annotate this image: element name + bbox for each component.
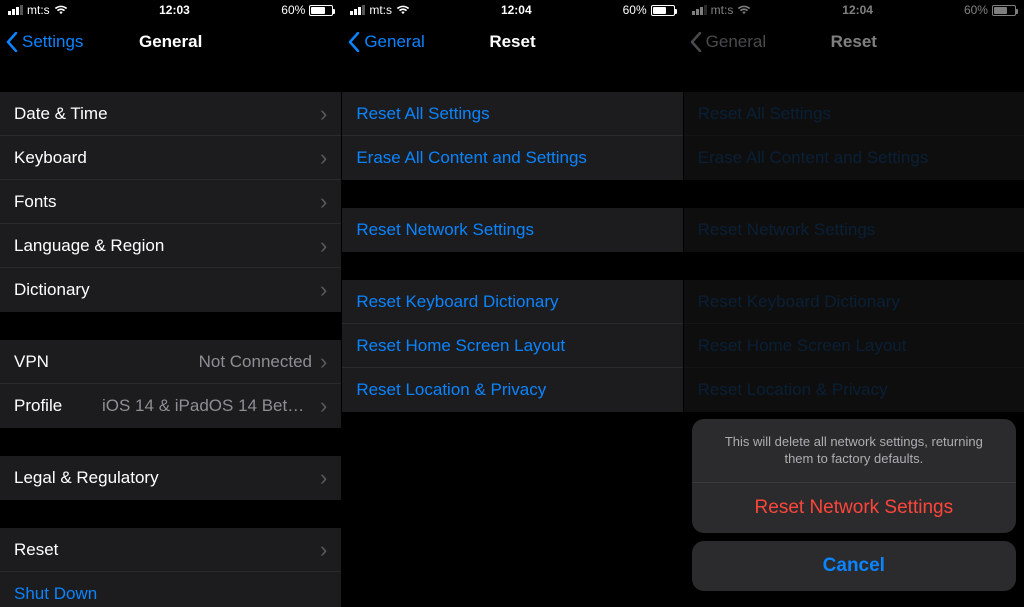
row-profile[interactable]: ProfileiOS 14 & iPadOS 14 Beta Softwar..… xyxy=(0,384,341,428)
nav-bar: General Reset xyxy=(684,20,1024,64)
chevron-right-icon: › xyxy=(320,147,327,169)
chevron-right-icon: › xyxy=(320,351,327,373)
signal-icon xyxy=(350,5,365,15)
row-dictionary[interactable]: Dictionary› xyxy=(0,268,341,312)
row-reset-location-privacy[interactable]: Reset Location & Privacy xyxy=(342,368,682,412)
battery-pct: 60% xyxy=(623,3,647,17)
action-sheet: This will delete all network settings, r… xyxy=(692,419,1016,599)
row-legal[interactable]: Legal & Regulatory› xyxy=(0,456,341,500)
carrier-label: mt:s xyxy=(369,3,392,17)
row-reset-home-layout[interactable]: Reset Home Screen Layout xyxy=(342,324,682,368)
chevron-right-icon: › xyxy=(320,103,327,125)
status-time: 12:04 xyxy=(842,3,873,17)
nav-bar: General Reset xyxy=(342,20,682,64)
back-button: General xyxy=(684,32,766,52)
carrier-label: mt:s xyxy=(711,3,734,17)
row-language-region[interactable]: Language & Region› xyxy=(0,224,341,268)
back-label: General xyxy=(706,32,766,52)
chevron-right-icon: › xyxy=(320,467,327,489)
confirm-reset-network-button[interactable]: Reset Network Settings xyxy=(692,483,1016,533)
battery-icon xyxy=(309,5,333,16)
group-preferences: Date & Time› Keyboard› Fonts› Language &… xyxy=(0,92,341,312)
row-reset-location-privacy: Reset Location & Privacy xyxy=(684,368,1024,412)
row-reset-network: Reset Network Settings xyxy=(684,208,1024,252)
chevron-right-icon: › xyxy=(320,191,327,213)
status-bar: mt:s 12:03 60% xyxy=(0,0,341,20)
status-time: 12:04 xyxy=(501,3,532,17)
row-reset-all-settings: Reset All Settings xyxy=(684,92,1024,136)
chevron-left-icon xyxy=(348,32,360,52)
wifi-icon xyxy=(737,5,751,15)
action-sheet-cancel-group: Cancel xyxy=(692,541,1016,591)
screen-general: mt:s 12:03 60% Settings General Date & T… xyxy=(0,0,341,607)
row-date-time[interactable]: Date & Time› xyxy=(0,92,341,136)
reset-group-b: Reset Network Settings xyxy=(684,208,1024,252)
back-label: General xyxy=(364,32,424,52)
carrier-label: mt:s xyxy=(27,3,50,17)
reset-group-c: Reset Keyboard Dictionary Reset Home Scr… xyxy=(684,280,1024,412)
row-vpn[interactable]: VPNNot Connected› xyxy=(0,340,341,384)
status-bar: mt:s 12:04 60% xyxy=(342,0,682,20)
battery-icon xyxy=(992,5,1016,16)
group-vpn-profile: VPNNot Connected› ProfileiOS 14 & iPadOS… xyxy=(0,340,341,428)
row-reset[interactable]: Reset› xyxy=(0,528,341,572)
row-reset-all-settings[interactable]: Reset All Settings xyxy=(342,92,682,136)
row-shut-down[interactable]: Shut Down xyxy=(0,572,341,607)
battery-pct: 60% xyxy=(281,3,305,17)
row-reset-network[interactable]: Reset Network Settings xyxy=(342,208,682,252)
status-bar: mt:s 12:04 60% xyxy=(684,0,1024,20)
chevron-right-icon: › xyxy=(320,279,327,301)
wifi-icon xyxy=(54,5,68,15)
cancel-button[interactable]: Cancel xyxy=(692,541,1016,591)
row-reset-keyboard-dictionary[interactable]: Reset Keyboard Dictionary xyxy=(342,280,682,324)
signal-icon xyxy=(692,5,707,15)
nav-bar: Settings General xyxy=(0,20,341,64)
group-reset: Reset› Shut Down xyxy=(0,528,341,607)
chevron-right-icon: › xyxy=(320,235,327,257)
row-reset-keyboard-dictionary: Reset Keyboard Dictionary xyxy=(684,280,1024,324)
wifi-icon xyxy=(396,5,410,15)
battery-pct: 60% xyxy=(964,3,988,17)
screen-reset: mt:s 12:04 60% General Reset Reset All S… xyxy=(341,0,682,607)
battery-icon xyxy=(651,5,675,16)
chevron-right-icon: › xyxy=(320,395,327,417)
reset-group-a: Reset All Settings Erase All Content and… xyxy=(342,92,682,180)
back-button[interactable]: General xyxy=(342,32,424,52)
status-time: 12:03 xyxy=(159,3,190,17)
group-legal: Legal & Regulatory› xyxy=(0,456,341,500)
screen-reset-confirm: mt:s 12:04 60% General Reset Reset All S… xyxy=(683,0,1024,607)
row-fonts[interactable]: Fonts› xyxy=(0,180,341,224)
reset-group-a: Reset All Settings Erase All Content and… xyxy=(684,92,1024,180)
back-label: Settings xyxy=(22,32,83,52)
chevron-right-icon: › xyxy=(320,539,327,561)
chevron-left-icon xyxy=(6,32,18,52)
row-reset-home-layout: Reset Home Screen Layout xyxy=(684,324,1024,368)
row-erase-all-content[interactable]: Erase All Content and Settings xyxy=(342,136,682,180)
reset-group-b: Reset Network Settings xyxy=(342,208,682,252)
row-erase-all-content: Erase All Content and Settings xyxy=(684,136,1024,180)
row-keyboard[interactable]: Keyboard› xyxy=(0,136,341,180)
back-button[interactable]: Settings xyxy=(0,32,83,52)
reset-group-c: Reset Keyboard Dictionary Reset Home Scr… xyxy=(342,280,682,412)
action-sheet-main: This will delete all network settings, r… xyxy=(692,419,1016,533)
chevron-left-icon xyxy=(690,32,702,52)
action-sheet-message: This will delete all network settings, r… xyxy=(692,419,1016,483)
signal-icon xyxy=(8,5,23,15)
